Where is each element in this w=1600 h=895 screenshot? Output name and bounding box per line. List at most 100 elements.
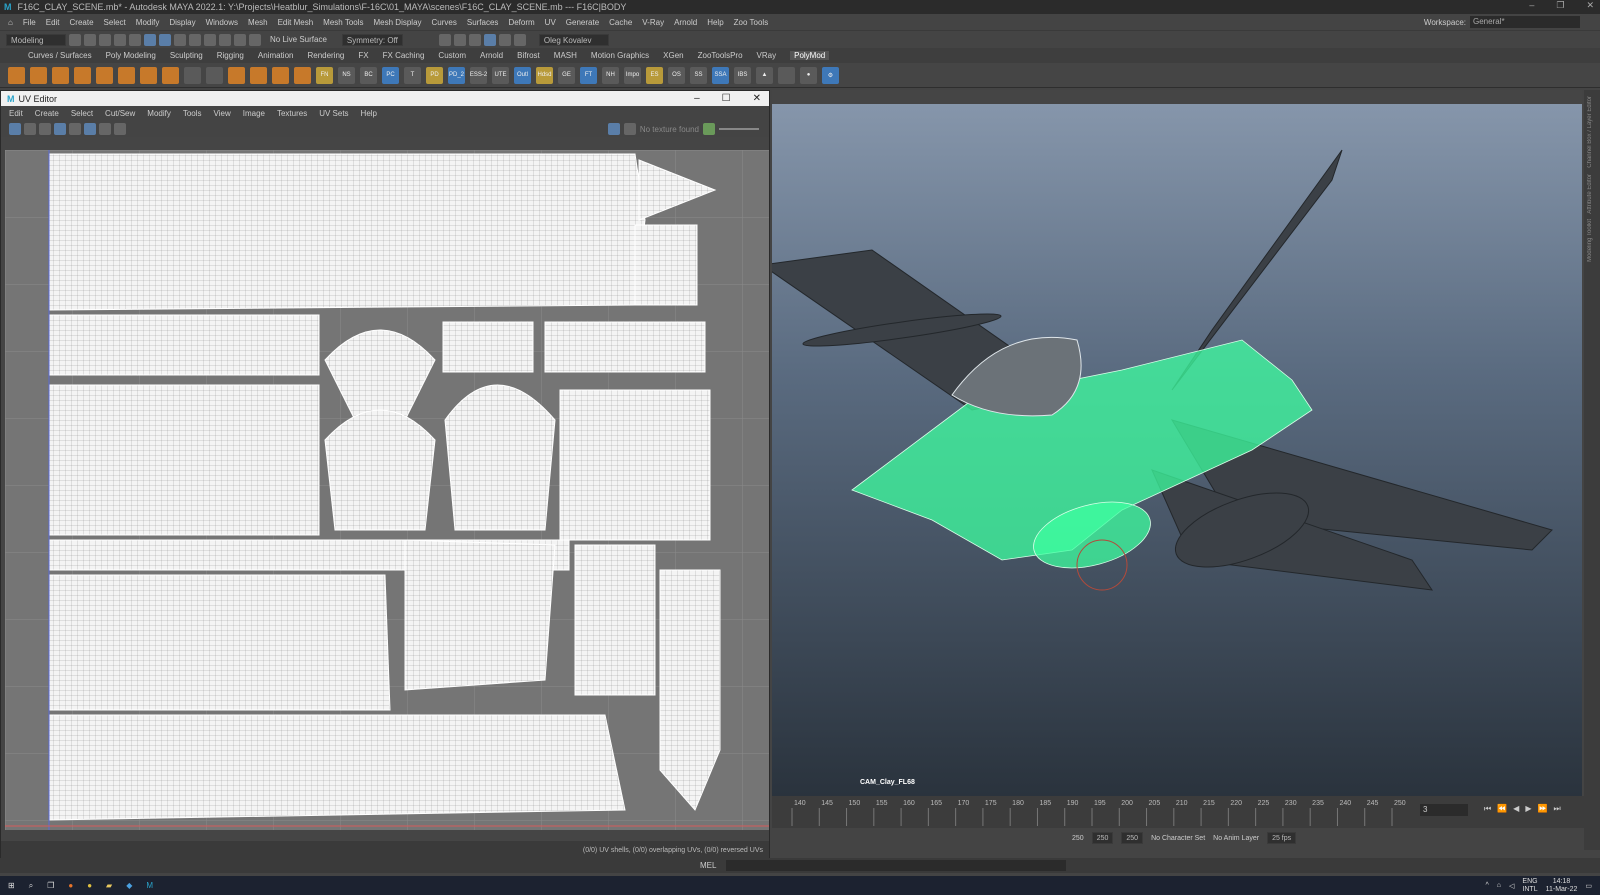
- menu-item[interactable]: Display: [169, 18, 195, 27]
- shelf-button[interactable]: SSA: [712, 66, 729, 84]
- merge-icon[interactable]: [272, 66, 289, 84]
- exposure-icon[interactable]: [703, 123, 715, 135]
- user-account-select[interactable]: Oleg Kovalev: [538, 33, 609, 46]
- current-frame-field[interactable]: 3: [1420, 804, 1468, 816]
- uv-dim-icon[interactable]: [84, 123, 96, 135]
- shelf-button[interactable]: SS: [690, 66, 707, 84]
- sphere-render-icon[interactable]: ●: [800, 66, 817, 84]
- menu-item[interactable]: Modify: [136, 18, 160, 27]
- snap-point-icon[interactable]: [219, 33, 231, 46]
- restore-icon[interactable]: ❐: [1556, 0, 1564, 11]
- shelf-button[interactable]: OS: [668, 66, 685, 84]
- shelf-button[interactable]: PC: [382, 66, 399, 84]
- render-icon[interactable]: [438, 33, 451, 46]
- mountain-icon[interactable]: ▲: [756, 66, 773, 84]
- shelf-button[interactable]: Outl: [514, 66, 531, 84]
- uv-shell-icon[interactable]: [9, 123, 21, 135]
- separate-icon[interactable]: [184, 66, 201, 84]
- shelf-tab[interactable]: MASH: [554, 51, 577, 60]
- perspective-viewport[interactable]: CAM_Clay_FL68: [772, 90, 1582, 796]
- uv-menu-item[interactable]: Modify: [147, 109, 171, 118]
- uv-close-icon[interactable]: ✕: [753, 93, 761, 104]
- close-icon[interactable]: ✕: [1586, 0, 1594, 11]
- maya-taskbar-icon[interactable]: M: [146, 881, 153, 890]
- symmetry-select[interactable]: Symmetry: Off: [341, 33, 403, 46]
- poly-torus-icon[interactable]: [118, 66, 135, 84]
- anim-layer-select[interactable]: No Anim Layer: [1213, 835, 1259, 842]
- shelf-button[interactable]: NS: [338, 66, 355, 84]
- texture-display-icon[interactable]: [607, 123, 620, 135]
- uv-canvas[interactable]: [5, 150, 769, 830]
- select-component-icon[interactable]: [174, 33, 186, 46]
- tray-up-icon[interactable]: ^: [1486, 882, 1489, 889]
- range-end-c[interactable]: 250: [1121, 832, 1144, 844]
- select-hierarchy-icon[interactable]: [144, 33, 156, 46]
- attribute-editor-tab[interactable]: Attribute Editor: [1587, 174, 1593, 214]
- play-back-icon[interactable]: ◀: [1513, 804, 1519, 814]
- go-end-icon[interactable]: ⏭: [1553, 804, 1560, 814]
- menu-item[interactable]: Select: [104, 18, 126, 27]
- minimize-icon[interactable]: –: [1529, 0, 1534, 11]
- uv-menu-item[interactable]: Select: [71, 109, 93, 118]
- firefox-icon[interactable]: ●: [68, 881, 73, 890]
- shelf-tab[interactable]: PolyMod: [790, 51, 830, 60]
- uv-menu-item[interactable]: View: [214, 109, 231, 118]
- go-start-icon[interactable]: ⏮: [1484, 804, 1491, 814]
- uv-checker-icon[interactable]: [24, 123, 36, 135]
- shelf-button[interactable]: ESS-2: [470, 66, 487, 84]
- notification-icon[interactable]: ▭: [1585, 882, 1592, 890]
- shelf-button[interactable]: GE: [558, 66, 575, 84]
- uv-menu-item[interactable]: Help: [361, 109, 377, 118]
- menu-item[interactable]: Help: [707, 18, 723, 27]
- menu-item[interactable]: Create: [70, 18, 94, 27]
- menu-item[interactable]: Curves: [432, 18, 457, 27]
- checker-icon[interactable]: [623, 123, 636, 135]
- uv-menu-item[interactable]: Image: [243, 109, 265, 118]
- shelf-tab[interactable]: Poly Modeling: [106, 51, 156, 60]
- menu-item[interactable]: Edit Mesh: [278, 18, 314, 27]
- uv-menu-item[interactable]: Cut/Sew: [105, 109, 135, 118]
- uv-menu-item[interactable]: Edit: [9, 109, 23, 118]
- shelf-button[interactable]: NH: [602, 66, 619, 84]
- live-surface-label[interactable]: No Live Surface: [270, 35, 327, 44]
- menu-item[interactable]: Mesh Display: [374, 18, 422, 27]
- new-scene-icon[interactable]: [69, 33, 81, 46]
- shelf-tab[interactable]: Rendering: [307, 51, 344, 60]
- shelf-button[interactable]: T: [404, 66, 421, 84]
- shelf-button[interactable]: BC: [360, 66, 377, 84]
- menu-item[interactable]: Mesh Tools: [323, 18, 363, 27]
- range-end-b[interactable]: 250: [1091, 832, 1114, 844]
- menu-item[interactable]: Cache: [609, 18, 632, 27]
- shelf-tab[interactable]: Motion Graphics: [591, 51, 649, 60]
- shelf-tab[interactable]: Bifrost: [517, 51, 540, 60]
- exposure-slider[interactable]: [719, 128, 759, 130]
- shelf-button[interactable]: PD_2: [448, 66, 465, 84]
- step-back-icon[interactable]: ⏪: [1497, 804, 1507, 814]
- snap-grid-icon[interactable]: [189, 33, 201, 46]
- menu-item[interactable]: Generate: [566, 18, 599, 27]
- extrude-icon[interactable]: [206, 66, 223, 84]
- uv-menu-item[interactable]: Tools: [183, 109, 202, 118]
- gear-icon[interactable]: ⚙: [822, 66, 839, 84]
- select-object-icon[interactable]: [159, 33, 171, 46]
- bevel-icon[interactable]: [250, 66, 267, 84]
- time-slider[interactable]: 140 145 150 155 160 165 170 175 180 185 190 195 200 2…: [772, 796, 1584, 828]
- poly-sphere-icon[interactable]: [8, 66, 25, 84]
- bake-icon[interactable]: [778, 66, 795, 84]
- shelf-button[interactable]: FT: [580, 66, 597, 84]
- modeling-toolkit-tab[interactable]: Modeling Toolkit: [1587, 219, 1593, 262]
- menu-item[interactable]: File: [23, 18, 36, 27]
- menu-set-select[interactable]: Modeling: [6, 33, 66, 46]
- pause-icon[interactable]: [513, 33, 526, 46]
- shelf-tab[interactable]: Sculpting: [170, 51, 203, 60]
- menu-item[interactable]: Surfaces: [467, 18, 499, 27]
- shelf-button[interactable]: UTE: [492, 66, 509, 84]
- step-forward-icon[interactable]: ⏩: [1537, 804, 1547, 814]
- windows-start-icon[interactable]: ⊞: [8, 881, 15, 890]
- ipr-icon[interactable]: [453, 33, 466, 46]
- uv-menu-item[interactable]: Textures: [277, 109, 307, 118]
- uv-maximize-icon[interactable]: ☐: [722, 93, 731, 104]
- clock-time[interactable]: 14:18: [1546, 878, 1578, 886]
- channel-box-tab[interactable]: Channel Box / Layer Editor: [1587, 96, 1593, 168]
- menu-item[interactable]: V-Ray: [642, 18, 664, 27]
